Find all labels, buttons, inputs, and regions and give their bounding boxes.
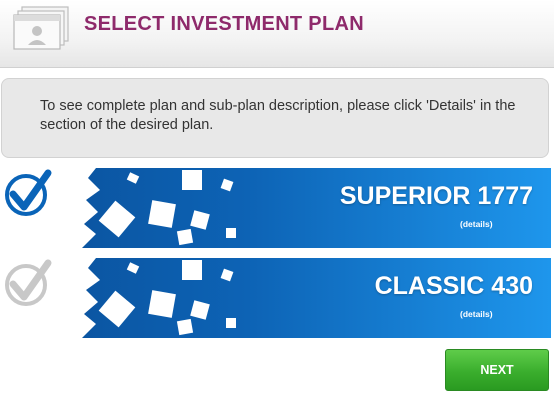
details-link[interactable]: (details) bbox=[460, 309, 493, 319]
plan-name: SUPERIOR 1777 bbox=[339, 182, 533, 210]
details-link[interactable]: (details) bbox=[460, 219, 493, 229]
page-header: SELECT INVESTMENT PLAN bbox=[0, 0, 554, 68]
plan-name: CLASSIC 430 bbox=[374, 272, 533, 300]
plan-card-classic[interactable]: CLASSIC 430 (details) bbox=[0, 258, 551, 338]
info-text: To see complete plan and sub-plan descri… bbox=[40, 98, 516, 133]
next-button[interactable]: NEXT bbox=[445, 349, 549, 391]
info-box: To see complete plan and sub-plan descri… bbox=[1, 78, 549, 158]
profile-window-icon bbox=[13, 6, 69, 50]
page-title: SELECT INVESTMENT PLAN bbox=[84, 13, 364, 35]
plan-card-superior[interactable]: SUPERIOR 1777 (details) bbox=[0, 168, 551, 248]
